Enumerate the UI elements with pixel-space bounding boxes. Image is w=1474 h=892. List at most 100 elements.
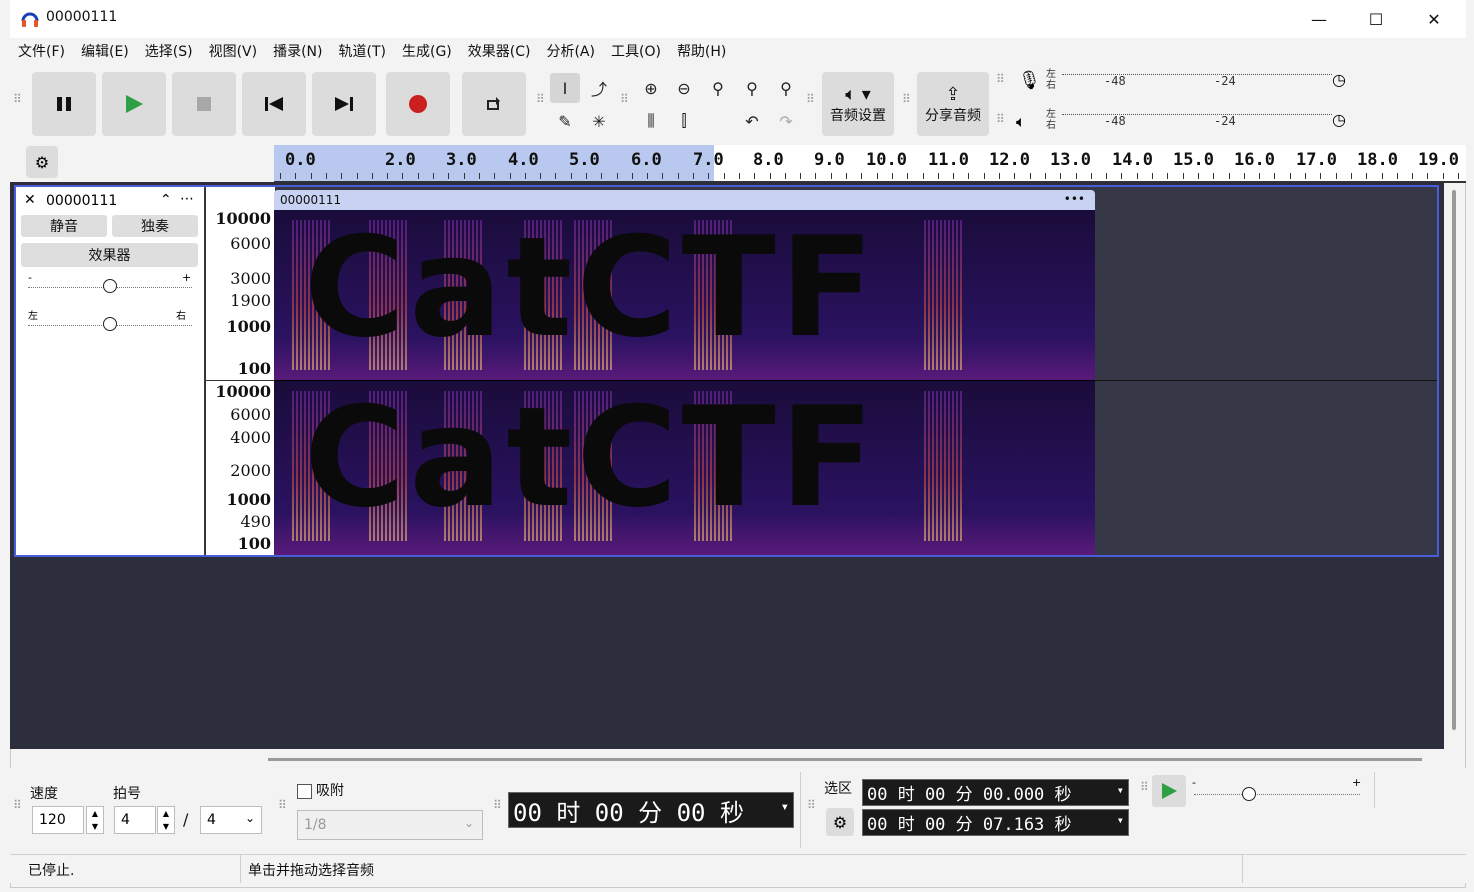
time-signature-denominator[interactable]: 4 ⌄: [200, 806, 262, 834]
pause-button[interactable]: [32, 72, 96, 136]
record-button[interactable]: [386, 72, 450, 136]
menu-select[interactable]: 选择(S): [137, 41, 201, 61]
pan-slider-thumb[interactable]: [103, 317, 117, 331]
meter-level-knob-icon[interactable]: ◷: [1332, 110, 1346, 129]
play-at-speed-button[interactable]: [1152, 775, 1186, 807]
fit-selection-button[interactable]: ⚲: [703, 73, 733, 103]
audio-position-display[interactable]: 00 时 00 分 00 秒 ▾: [508, 792, 794, 828]
skip-to-end-button[interactable]: [312, 72, 376, 136]
minimize-button[interactable]: —: [1290, 0, 1348, 38]
microphone-icon[interactable]: 🎙︎: [1018, 70, 1041, 91]
toolbar-grip[interactable]: ⠿: [13, 799, 22, 811]
ruler-tick: [1290, 173, 1291, 179]
silence-button[interactable]: ⫿: [669, 106, 699, 136]
close-track-icon[interactable]: ✕: [24, 192, 36, 208]
menu-file[interactable]: 文件(F): [10, 41, 73, 61]
playback-meter[interactable]: -48 -24 ◷: [1062, 108, 1346, 136]
share-audio-button[interactable]: ⇪ 分享音频: [917, 72, 989, 136]
play-speed-slider[interactable]: [1194, 787, 1360, 801]
zoom-in-button[interactable]: ⊕: [636, 73, 666, 103]
denominator-value: 4: [207, 812, 216, 828]
redo-button[interactable]: ↷: [771, 106, 801, 136]
skip-to-start-button[interactable]: [242, 72, 306, 136]
selection-end-time[interactable]: 00 时 00 分 07.163 秒 ▾: [862, 809, 1129, 836]
menu-view[interactable]: 视图(V): [201, 41, 266, 61]
clip-menu-icon[interactable]: •••: [1064, 192, 1085, 206]
vertical-scrollbar[interactable]: [1452, 190, 1456, 730]
frequency-ruler[interactable]: 10000 6000 3000 1900 1000 100 10000 6000…: [205, 187, 275, 555]
toolbar-grip[interactable]: ⠿: [278, 799, 287, 811]
toolbar-grip[interactable]: ⠿: [996, 73, 1005, 85]
time-signature-numerator[interactable]: 4: [114, 806, 156, 834]
toolbar-grip[interactable]: ⠿: [806, 93, 815, 105]
toolbar-grip[interactable]: ⠿: [807, 799, 816, 811]
menu-generate[interactable]: 生成(G): [394, 41, 460, 61]
track-name[interactable]: 00000111: [46, 193, 117, 209]
menu-tools[interactable]: 工具(O): [603, 41, 669, 61]
menu-help[interactable]: 帮助(H): [669, 41, 734, 61]
snap-checkbox[interactable]: [297, 784, 312, 799]
close-button[interactable]: ✕: [1405, 0, 1463, 38]
pan-slider[interactable]: [28, 317, 192, 331]
draw-tool[interactable]: ✎: [550, 106, 580, 136]
menu-transport[interactable]: 播录(N): [265, 41, 330, 61]
effects-button[interactable]: 效果器: [21, 243, 198, 267]
gain-slider-thumb[interactable]: [103, 279, 117, 293]
tempo-spinner[interactable]: ▲ ▼: [86, 806, 104, 834]
menu-effects[interactable]: 效果器(C): [460, 41, 539, 61]
zoom-toggle-button[interactable]: ⚲: [771, 73, 801, 103]
record-meter[interactable]: -48 -24 ◷: [1062, 68, 1346, 96]
menu-tracks[interactable]: 轨道(T): [331, 41, 394, 61]
ruler-tick: [402, 173, 403, 179]
ruler-tick: [1336, 173, 1337, 179]
track-menu-icon[interactable]: ⋯: [180, 191, 194, 207]
selection-settings-button[interactable]: ⚙: [826, 808, 854, 836]
audio-position-value: 00 时 00 分 00 秒: [513, 798, 744, 827]
loop-button[interactable]: [462, 72, 526, 136]
clip-header[interactable]: 00000111 •••: [274, 190, 1095, 210]
freq-label: 3000: [230, 269, 271, 288]
fit-project-button[interactable]: ⚲: [737, 73, 767, 103]
record-meter-right-label: 右: [1046, 80, 1056, 91]
spectrogram-clip[interactable]: CatCTF CatCTF: [274, 210, 1095, 555]
toolbar-grip[interactable]: ⠿: [620, 93, 629, 105]
collapse-track-icon[interactable]: ⌃: [160, 192, 172, 208]
menu-analyze[interactable]: 分析(A): [538, 41, 603, 61]
undo-button[interactable]: ↶: [737, 106, 767, 136]
menu-edit[interactable]: 编辑(E): [73, 41, 137, 61]
clip-name[interactable]: 00000111: [280, 193, 341, 207]
ruler-tick: [1351, 173, 1352, 179]
envelope-tool[interactable]: ⤴: [584, 73, 614, 103]
toolbar-grip[interactable]: ⠿: [1140, 781, 1149, 793]
solo-button[interactable]: 独奏: [112, 215, 198, 237]
ruler-tick: [326, 173, 327, 179]
toolbar-grip[interactable]: ⠿: [902, 93, 911, 105]
freq-label: 6000: [230, 234, 271, 253]
toolbar-grip[interactable]: ⠿: [493, 799, 502, 811]
horizontal-scrollbar[interactable]: [268, 758, 1422, 761]
gain-slider[interactable]: [28, 279, 192, 293]
toolbar-grip[interactable]: ⠿: [13, 93, 22, 105]
toolbar-grip[interactable]: ⠿: [996, 113, 1005, 125]
multi-tool[interactable]: ✳: [584, 106, 614, 136]
ruler-tick-label: 8.0: [753, 150, 784, 170]
maximize-button[interactable]: ☐: [1347, 0, 1405, 38]
stop-button[interactable]: [172, 72, 236, 136]
mute-button[interactable]: 静音: [21, 215, 107, 237]
harmonic-stripe: [932, 391, 934, 541]
audio-setup-button[interactable]: 🔈︎ ▾ 音频设置: [822, 72, 894, 136]
snap-select[interactable]: 1/8 ⌄: [297, 810, 483, 840]
play-button[interactable]: [102, 72, 166, 136]
numerator-spinner[interactable]: ▲ ▼: [157, 806, 175, 834]
selection-tool[interactable]: Ⅰ: [550, 73, 580, 103]
playback-speaker-icon[interactable]: 🔈︎: [1016, 112, 1026, 132]
ruler-tick-label: 4.0: [508, 150, 539, 170]
toolbar-grip[interactable]: ⠿: [536, 93, 545, 105]
selection-start-time[interactable]: 00 时 00 分 00.000 秒 ▾: [862, 779, 1129, 806]
trim-button[interactable]: ⫼: [636, 106, 666, 136]
tempo-input[interactable]: 120: [32, 806, 84, 834]
timeline-settings-button[interactable]: ⚙: [26, 146, 58, 178]
zoom-out-button[interactable]: ⊖: [669, 73, 699, 103]
meter-level-knob-icon[interactable]: ◷: [1332, 70, 1346, 89]
play-speed-thumb[interactable]: [1242, 787, 1256, 801]
